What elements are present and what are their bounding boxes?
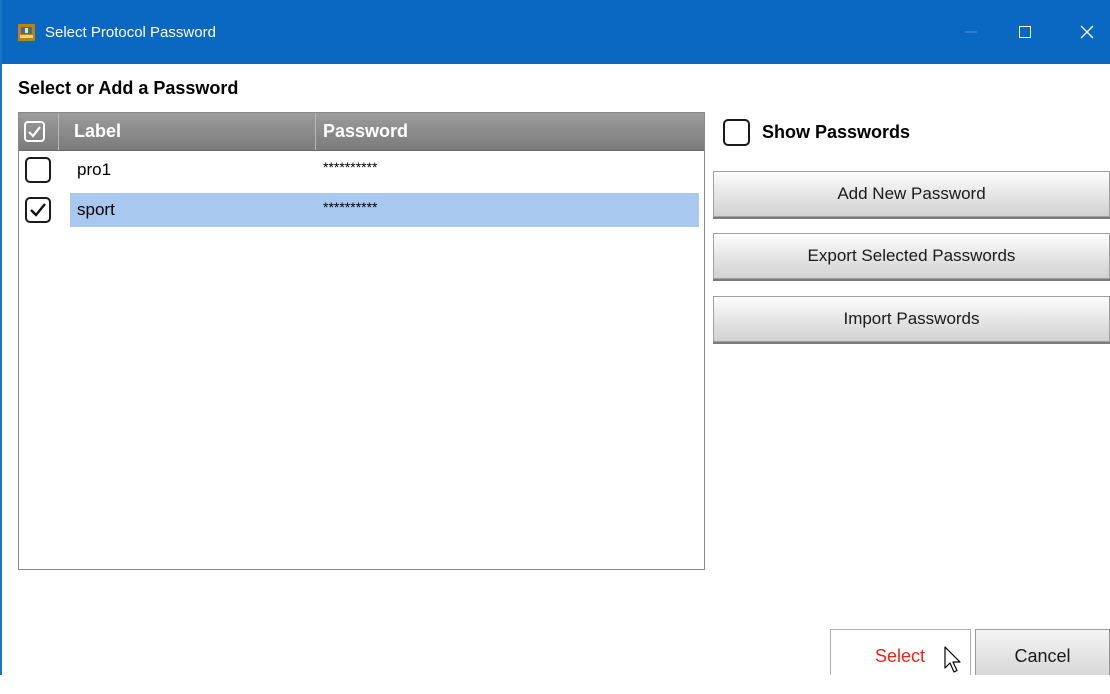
maximize-icon[interactable] [1002,14,1047,50]
grid-header: Label Password [19,113,704,151]
cancel-button[interactable]: Cancel [975,629,1110,675]
window-title: Select Protocol Password [45,24,216,41]
row-label: sport [77,200,115,219]
import-passwords-button[interactable]: Import Passwords [713,296,1110,342]
minimize-icon[interactable] [948,14,993,50]
page-title: Select or Add a Password [18,78,239,98]
show-passwords-label: Show Passwords [762,121,911,142]
dialog-window: Select Protocol Password Select or Add a… [0,0,1110,675]
close-icon[interactable] [1064,14,1109,50]
row-checkbox-checked[interactable] [25,197,51,223]
show-passwords-box[interactable] [723,118,750,146]
column-header-label[interactable]: Label [74,113,121,150]
table-row-selected[interactable]: sport ********** [19,193,704,227]
row-checkbox[interactable] [25,157,51,183]
row-selection-highlight [70,193,699,227]
app-icon [18,24,35,41]
column-header-password[interactable]: Password [323,113,408,150]
title-bar[interactable]: Select Protocol Password [0,0,1110,64]
row-password: ********** [323,199,378,215]
column-separator [58,113,59,150]
show-passwords-checkbox[interactable]: Show Passwords [723,118,910,146]
select-button[interactable]: Select [830,629,971,675]
password-grid: Label Password pro1 ********** sport ***… [18,112,705,570]
column-separator [315,113,316,150]
select-button-label: Select [875,646,926,666]
row-password: ********** [323,159,378,175]
mouse-cursor-icon [943,642,963,694]
window-border [0,0,2,675]
select-all-checkbox[interactable] [24,121,45,142]
table-row[interactable]: pro1 ********** [19,153,704,187]
add-new-password-button[interactable]: Add New Password [713,171,1110,217]
row-label: pro1 [77,160,112,179]
export-selected-passwords-button[interactable]: Export Selected Passwords [713,233,1110,279]
